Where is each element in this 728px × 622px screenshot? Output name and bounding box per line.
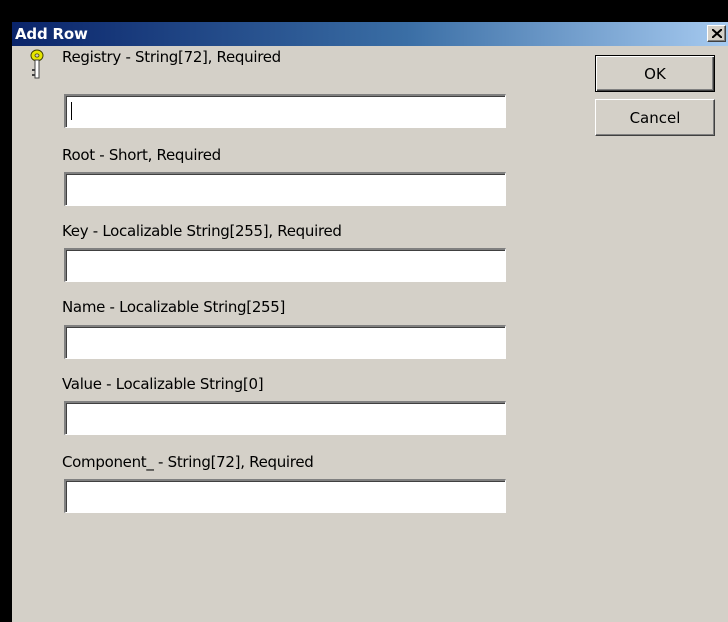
key-label: Key - Localizable String[255], Required — [62, 222, 342, 240]
component-input[interactable] — [64, 479, 506, 513]
root-input[interactable] — [64, 172, 506, 206]
title-bar[interactable]: Add Row — [12, 22, 728, 46]
name-input[interactable] — [64, 325, 506, 359]
root-label: Root - Short, Required — [62, 146, 221, 164]
add-row-dialog: Add Row Registry - String[72], Required … — [12, 22, 728, 622]
text-caret — [71, 102, 72, 120]
component-label: Component_ - String[72], Required — [62, 453, 314, 471]
close-icon — [712, 29, 722, 38]
ok-button[interactable]: OK — [595, 55, 715, 92]
registry-label: Registry - String[72], Required — [62, 48, 281, 66]
cancel-button[interactable]: Cancel — [595, 99, 715, 136]
key-icon — [30, 49, 44, 79]
value-label: Value - Localizable String[0] — [62, 375, 264, 393]
value-input[interactable] — [64, 401, 506, 435]
registry-input[interactable] — [64, 94, 506, 128]
dialog-title: Add Row — [15, 25, 88, 43]
name-label: Name - Localizable String[255] — [62, 298, 286, 316]
close-button[interactable] — [707, 25, 726, 42]
key-input[interactable] — [64, 248, 506, 282]
